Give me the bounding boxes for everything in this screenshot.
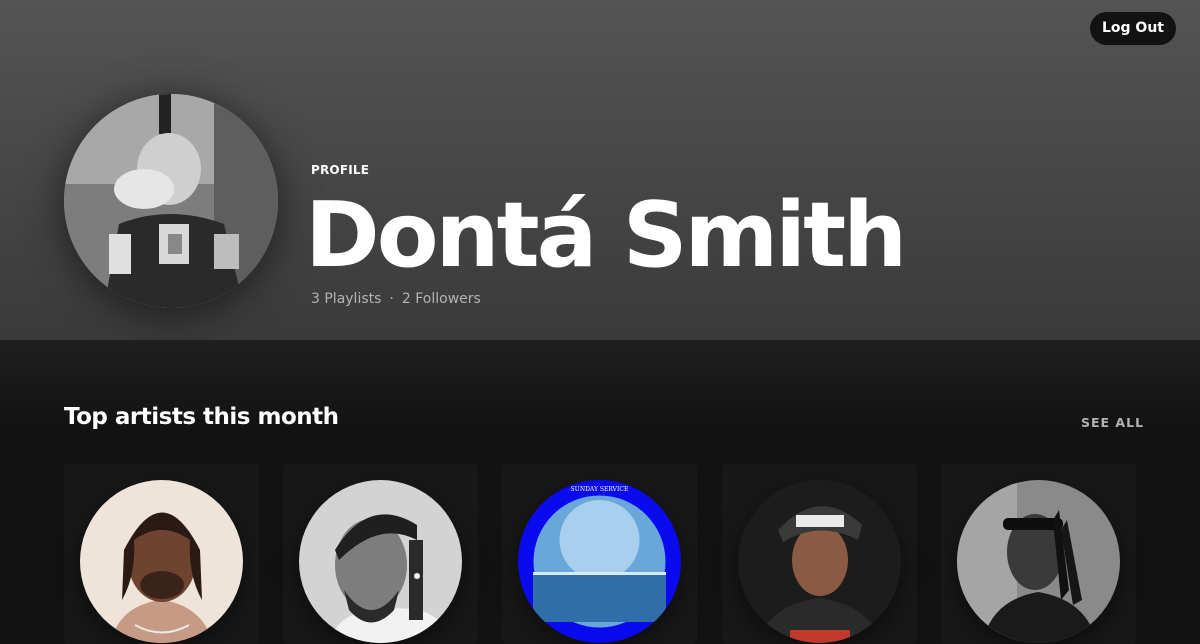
artist-card[interactable]: [722, 464, 917, 644]
profile-header: Log Out PROFILE Dontá Smith 3 Playlists ·…: [0, 0, 1200, 340]
artist-image: [738, 480, 901, 643]
see-all-link[interactable]: SEE ALL: [1081, 415, 1144, 430]
artist-portrait-icon: [80, 480, 243, 643]
album-art-icon: SUNDAY SERVICE: [518, 480, 681, 643]
artist-image: [299, 480, 462, 643]
artist-card[interactable]: SUNDAY SERVICE: [502, 464, 697, 644]
artist-portrait-icon: [738, 480, 901, 643]
playlists-count-link[interactable]: 3 Playlists: [311, 291, 381, 307]
album-art-text: SUNDAY SERVICE: [571, 486, 629, 493]
artist-image: [80, 480, 243, 643]
artist-card[interactable]: [283, 464, 478, 644]
followers-count-link[interactable]: 2 Followers: [402, 291, 481, 307]
section-title[interactable]: Top artists this month: [64, 404, 339, 430]
album-art: SUNDAY SERVICE: [518, 480, 681, 643]
separator-dot: ·: [389, 291, 394, 307]
artist-card[interactable]: [941, 464, 1136, 644]
logout-button[interactable]: Log Out: [1090, 12, 1176, 45]
user-photo-icon: [64, 94, 278, 308]
profile-stats: 3 Playlists · 2 Followers: [311, 291, 481, 307]
artist-portrait-icon: [299, 480, 462, 643]
avatar[interactable]: [64, 94, 278, 308]
profile-type-label: PROFILE: [311, 163, 370, 177]
artist-image: [957, 480, 1120, 643]
artist-portrait-icon: [957, 480, 1120, 643]
artist-card[interactable]: [64, 464, 259, 644]
page-title: Dontá Smith: [305, 183, 907, 288]
